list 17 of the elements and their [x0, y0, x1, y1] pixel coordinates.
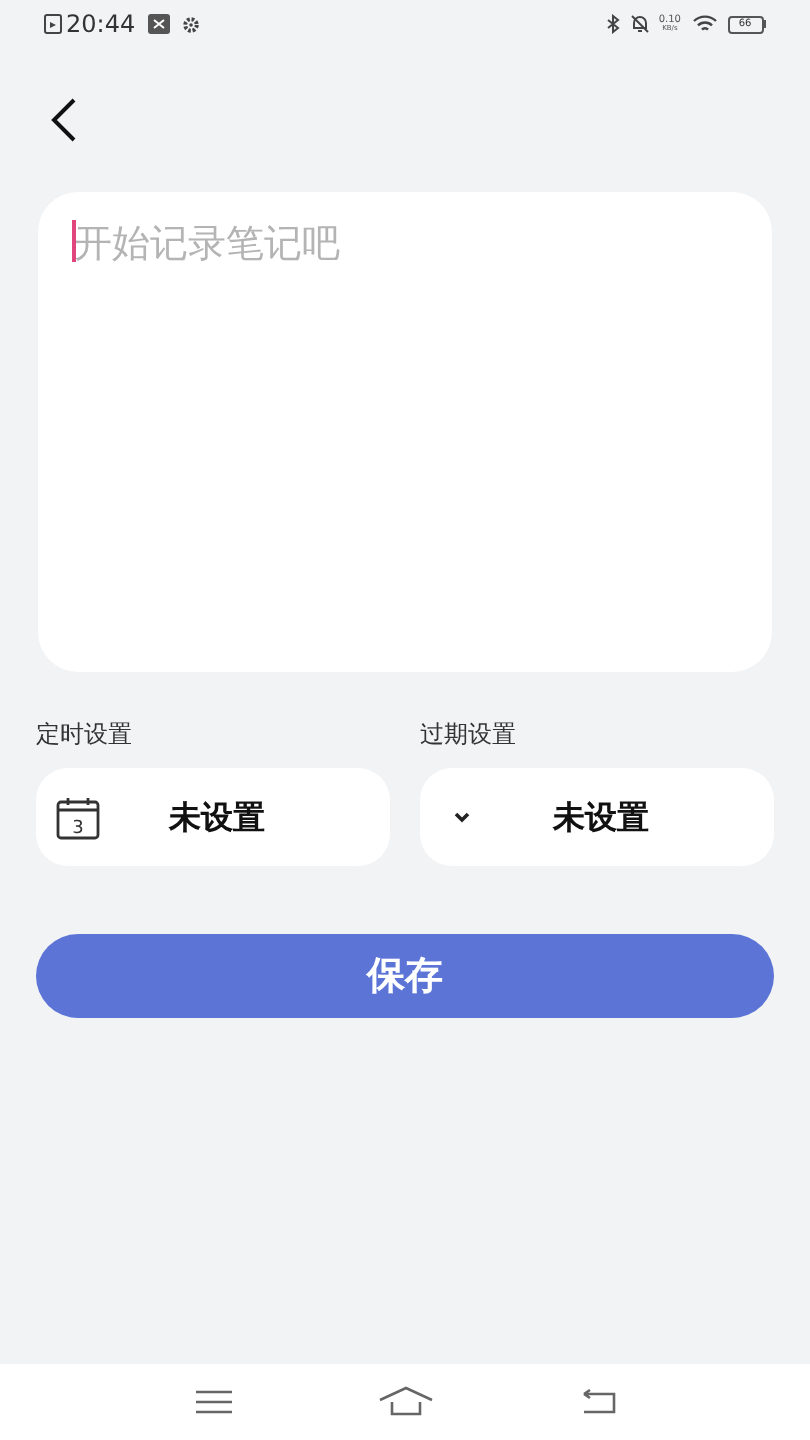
- text-cursor: [72, 220, 76, 262]
- timer-picker[interactable]: 3 未设置: [36, 768, 390, 866]
- setting-label: 定时设置: [36, 718, 134, 752]
- setting-label: 过期设置: [420, 718, 518, 752]
- file-icon: [44, 14, 62, 34]
- note-input-field[interactable]: 开始记录笔记吧: [38, 192, 772, 672]
- calendar-icon: 3: [56, 795, 100, 839]
- app-notification-icon: [147, 14, 170, 34]
- status-time: 20:44: [66, 8, 136, 42]
- bell-muted-icon: [630, 14, 651, 34]
- home-icon[interactable]: [377, 1386, 433, 1418]
- save-button[interactable]: 保存: [36, 934, 774, 1018]
- bluetooth-icon: [606, 14, 621, 34]
- wifi-icon: [691, 14, 717, 34]
- expiry-picker[interactable]: 未设置: [420, 768, 774, 866]
- menu-icon[interactable]: [193, 1388, 233, 1416]
- settings-icon: [181, 15, 200, 33]
